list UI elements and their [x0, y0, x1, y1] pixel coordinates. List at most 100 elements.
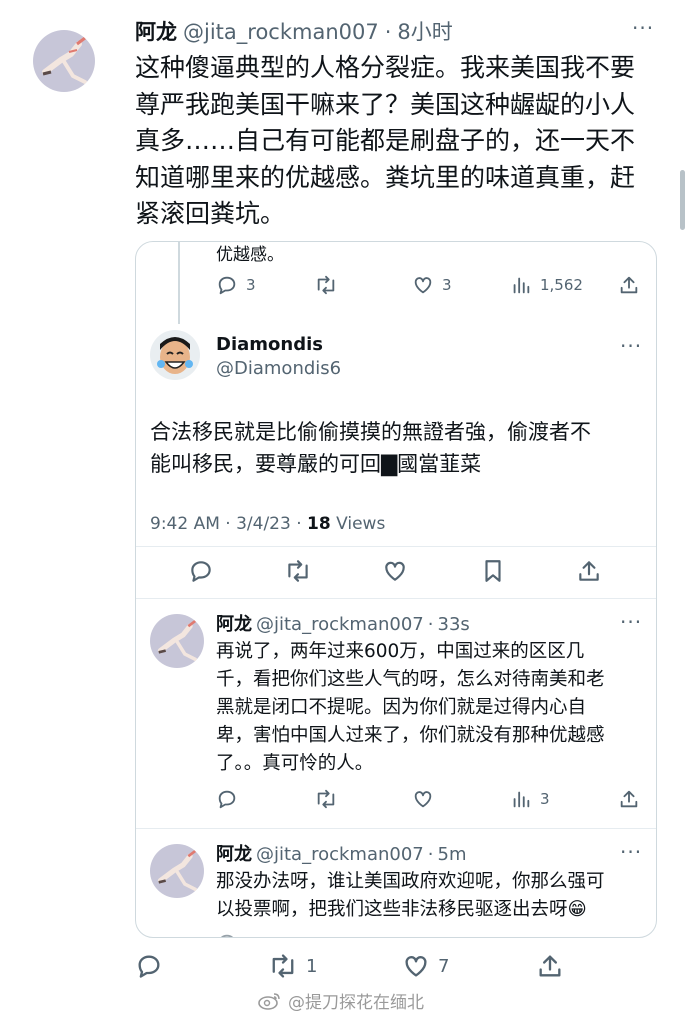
reply-button[interactable]: [216, 788, 238, 810]
share-button[interactable]: [618, 274, 640, 296]
quoted-tweet-text: 合法移民就是比偷偷摸摸的無證者強，偷渡者不 能叫移民，要尊嚴的可回▇國當韮菜: [150, 416, 591, 480]
dot-separator: ·: [427, 844, 434, 865]
share-button[interactable]: [536, 952, 564, 980]
reply-text-line: 黑就是闭口不提呢。因为你们就是过得内心自: [216, 697, 587, 718]
share-button[interactable]: [618, 788, 640, 810]
heart-icon: [385, 561, 405, 581]
author-handle[interactable]: @jita_rockman007: [183, 20, 379, 44]
retweet-button[interactable]: 1: [268, 952, 317, 980]
reply-time[interactable]: 33s: [438, 614, 470, 635]
avatar[interactable]: [33, 30, 95, 92]
reply-icon: [138, 955, 160, 978]
divider: [136, 546, 656, 547]
bird-avatar-image: [157, 849, 198, 892]
retweet-button[interactable]: [314, 788, 338, 810]
views-icon: [513, 277, 530, 294]
reply-count: 3: [246, 276, 256, 294]
tweet-time[interactable]: 8小时: [397, 16, 452, 46]
reply-button[interactable]: [188, 558, 214, 584]
tweet-text-line: 紧滚回粪坑。: [135, 199, 286, 228]
embedded-thread-card[interactable]: 优越感。 3 3 1,562 Diamondis @Diamondis6 ···…: [135, 241, 657, 938]
reply-avatar[interactable]: [150, 844, 204, 898]
reply-button[interactable]: [135, 952, 163, 980]
more-options-icon[interactable]: ···: [632, 16, 654, 40]
bookmark-icon: [485, 560, 501, 582]
views-button[interactable]: 1,562: [510, 274, 583, 296]
reply-text-line: 千，看把你们这些人气的呀，怎么对待南美和老: [216, 669, 605, 690]
quoted-timestamp[interactable]: 9:42 AM · 3/4/23 ·: [150, 514, 307, 534]
weibo-logo-icon: [258, 992, 280, 1010]
like-button[interactable]: [382, 558, 408, 584]
scrollbar[interactable]: [680, 170, 685, 230]
views-label: Views: [330, 514, 386, 534]
quoted-author-name[interactable]: Diamondis: [216, 334, 323, 355]
reply-icon: [191, 561, 211, 582]
tweet-text-line: 这种傻逼典型的人格分裂症。我来美国我不要: [135, 53, 636, 82]
reply-author-handle[interactable]: @jita_rockman007: [256, 844, 424, 865]
reply-author-handle[interactable]: @jita_rockman007: [256, 614, 424, 635]
like-button[interactable]: 7: [402, 952, 449, 980]
reply-text-line: 卑，害怕中国人过来了，你们就没有那种优越感: [216, 725, 605, 746]
share-icon: [620, 790, 638, 808]
reply-header: 阿龙 @jita_rockman007 · 33s: [216, 610, 470, 636]
heart-icon: [414, 791, 432, 808]
share-icon: [539, 955, 561, 977]
clipped-action-bar: [216, 932, 238, 937]
more-options-icon[interactable]: ···: [620, 610, 642, 634]
views-button[interactable]: 3: [510, 788, 550, 810]
reply-button[interactable]: 3: [216, 274, 256, 296]
tweet-text: 这种傻逼典型的人格分裂症。我来美国我不要 尊严我跑美国干嘛来了？美国这种龌龊的小…: [135, 50, 675, 233]
like-count: 7: [438, 955, 450, 977]
tweet-text-line: 真多……自己有可能都是刷盘子的，还一天不: [135, 126, 636, 155]
laughing-face-avatar-image: [157, 337, 193, 374]
reply-author-name[interactable]: 阿龙: [216, 610, 252, 636]
dot-separator: ·: [384, 20, 392, 44]
reply-text-line: 再说了，两年过来600万，中国过来的区区几: [216, 641, 585, 662]
diamondis-avatar[interactable]: [150, 330, 200, 380]
reply-icon: [218, 790, 236, 809]
more-options-icon[interactable]: ···: [620, 334, 642, 358]
share-icon: [579, 561, 599, 581]
share-button[interactable]: [576, 558, 602, 584]
retweet-icon: [272, 954, 294, 978]
retweet-icon: [288, 560, 308, 582]
clipped-tweet-text: 优越感。: [216, 245, 284, 265]
reply-text: 那没办法呀，谁让美国政府欢迎呢，你那么强可 以投票啊，把我们这些非法移民驱逐出去…: [216, 868, 605, 924]
quoted-text-line: 合法移民就是比偷偷摸摸的無證者強，偷渡者不: [150, 420, 591, 444]
watermark: @提刀探花在缅北: [258, 988, 424, 1013]
more-options-icon[interactable]: ···: [620, 840, 642, 864]
like-button[interactable]: 3: [412, 274, 452, 296]
like-button[interactable]: [412, 788, 434, 810]
share-icon: [620, 276, 638, 294]
watermark-text: @提刀探花在缅北: [288, 993, 424, 1013]
bird-avatar-image: [42, 36, 87, 84]
quoted-text-line: 能叫移民，要尊嚴的可回▇國當韮菜: [150, 452, 482, 476]
quoted-author-handle[interactable]: @Diamondis6: [216, 358, 341, 379]
reply-header: 阿龙 @jita_rockman007 · 5m: [216, 840, 467, 866]
retweet-button[interactable]: [314, 274, 338, 296]
heart-icon: [414, 277, 432, 294]
views-count: 18: [307, 514, 331, 534]
divider: [136, 598, 656, 599]
reply-text: 再说了，两年过来600万，中国过来的区区几 千，看把你们这些人气的呀，怎么对待南…: [216, 638, 605, 778]
tweet-text-line: 知道哪里来的优越感。粪坑里的味道真重，赶: [135, 162, 636, 192]
reply-time[interactable]: 5m: [438, 844, 467, 865]
like-count: 3: [442, 276, 452, 294]
view-count: 3: [540, 790, 550, 808]
reply-text-line: 了。。真可怜的人。: [216, 753, 374, 774]
thread-line: [178, 242, 180, 324]
tweet-header: 阿龙 @jita_rockman007 · 8小时: [135, 16, 453, 46]
bird-avatar-image: [157, 619, 198, 662]
reply-avatar[interactable]: [150, 614, 204, 668]
author-name[interactable]: 阿龙: [135, 16, 177, 46]
reply-text-line: 以投票啊，把我们这些非法移民驱逐出去呀😁: [216, 899, 587, 920]
reply-author-name[interactable]: 阿龙: [216, 840, 252, 866]
bookmark-button[interactable]: [480, 558, 506, 584]
retweet-icon: [317, 789, 335, 809]
retweet-button[interactable]: [284, 558, 312, 584]
dot-separator: ·: [427, 614, 434, 635]
divider: [136, 828, 656, 829]
retweet-icon: [317, 275, 335, 295]
retweet-count: 1: [306, 955, 318, 977]
reply-icon: [220, 934, 234, 937]
